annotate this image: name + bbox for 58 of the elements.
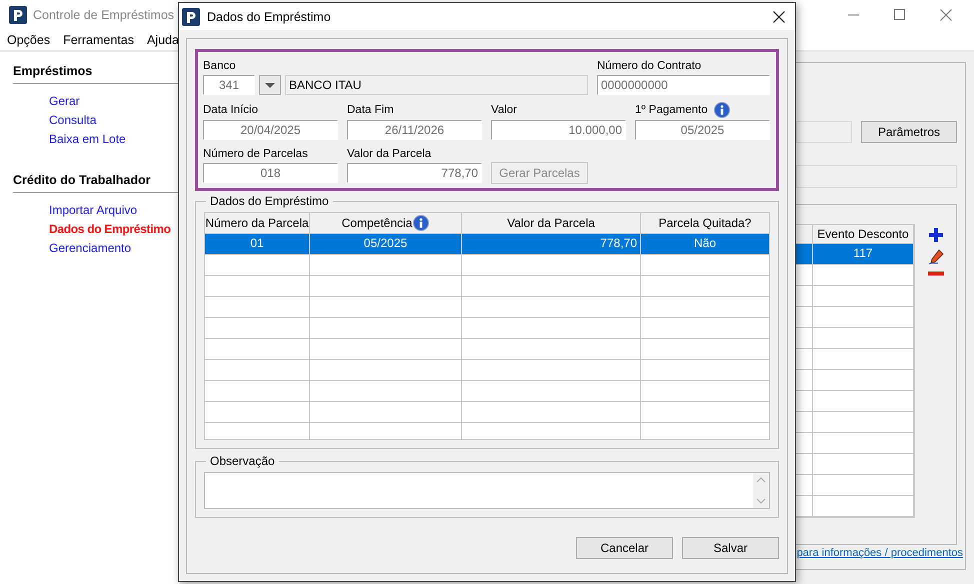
nav-link[interactable]: Consulta bbox=[49, 113, 96, 132]
menu-item[interactable]: Opções bbox=[7, 33, 50, 47]
app-logo-icon bbox=[182, 8, 200, 26]
table-cell: 01 bbox=[205, 234, 310, 254]
group-title: Observação bbox=[209, 454, 276, 468]
table-cell: 05/2025 bbox=[310, 234, 462, 254]
caret-icon bbox=[265, 82, 275, 88]
notes-field[interactable] bbox=[204, 472, 770, 509]
add-icon[interactable] bbox=[928, 227, 944, 243]
field-label: Valor bbox=[491, 103, 517, 117]
remove-icon[interactable] bbox=[928, 271, 944, 277]
dialog-title: Dados do Empréstimo bbox=[207, 10, 331, 24]
contract-number-field[interactable]: 0000000000 bbox=[597, 75, 770, 95]
group-title: Dados do Empréstimo bbox=[209, 194, 330, 208]
table-row[interactable]: 01 05/2025 778,70 Não bbox=[205, 234, 769, 255]
pencil-icon[interactable] bbox=[928, 249, 944, 265]
column-header: Parcela Quitada? bbox=[658, 214, 752, 232]
text-field[interactable]: 018 bbox=[203, 163, 338, 183]
nav-link[interactable]: Importar Arquivo bbox=[49, 203, 138, 222]
field-label: 1º Pagamento bbox=[635, 103, 708, 117]
window-title: Controle de Empréstimos bbox=[33, 8, 174, 22]
maximize-icon[interactable] bbox=[894, 9, 906, 21]
nav-link[interactable]: Gerar bbox=[49, 94, 80, 113]
nav-link[interactable]: Gerenciamento bbox=[49, 241, 132, 260]
field-label: Valor da Parcela bbox=[347, 147, 432, 161]
text-field[interactable]: 05/2025 bbox=[635, 120, 770, 140]
field-label: Data Fim bbox=[347, 103, 394, 117]
field-label: Número do Contrato bbox=[597, 59, 702, 73]
dropdown-button[interactable] bbox=[259, 75, 281, 95]
text-field[interactable]: 10.000,00 bbox=[491, 120, 626, 140]
bank-code-field[interactable]: 341 bbox=[203, 75, 255, 95]
field-label: Banco bbox=[203, 59, 237, 73]
text-field[interactable] bbox=[796, 165, 957, 188]
column-header: Evento Desconto bbox=[816, 226, 910, 243]
field-label: Número de Parcelas bbox=[203, 147, 309, 161]
dialog-button[interactable]: Cancelar bbox=[576, 537, 673, 559]
nav-link[interactable]: Baixa em Lote bbox=[49, 132, 126, 151]
bank-name-field: BANCO ITAU bbox=[285, 75, 588, 95]
table-row[interactable]: 117 bbox=[796, 244, 913, 265]
table-cell-text: Não bbox=[692, 235, 717, 252]
column-header: Número da Parcela bbox=[205, 213, 310, 233]
column-header: Competência bbox=[310, 213, 462, 233]
table-cell: 778,70 bbox=[462, 234, 641, 254]
menu-item[interactable]: Ajuda bbox=[146, 33, 179, 47]
close-icon[interactable] bbox=[773, 10, 785, 22]
column-header: Valor da Parcela bbox=[462, 213, 641, 233]
table-cell-text: 117 bbox=[852, 245, 874, 262]
text-field[interactable]: 20/04/2025 bbox=[203, 120, 338, 140]
text-field[interactable]: 778,70 bbox=[347, 163, 482, 183]
help-link[interactable]: para informações / procedimentos bbox=[796, 547, 963, 559]
menu-item[interactable]: Ferramentas bbox=[63, 33, 134, 47]
nav-link[interactable]: Dados do Empréstimo bbox=[49, 222, 171, 241]
app-logo-icon bbox=[9, 6, 27, 24]
dialog-button[interactable]: Salvar bbox=[682, 537, 779, 559]
text-field[interactable]: 26/11/2026 bbox=[347, 120, 482, 140]
text-field[interactable] bbox=[796, 121, 852, 143]
field-label: Data Início bbox=[203, 103, 258, 117]
parameters-button[interactable]: Parâmetros bbox=[861, 121, 957, 143]
